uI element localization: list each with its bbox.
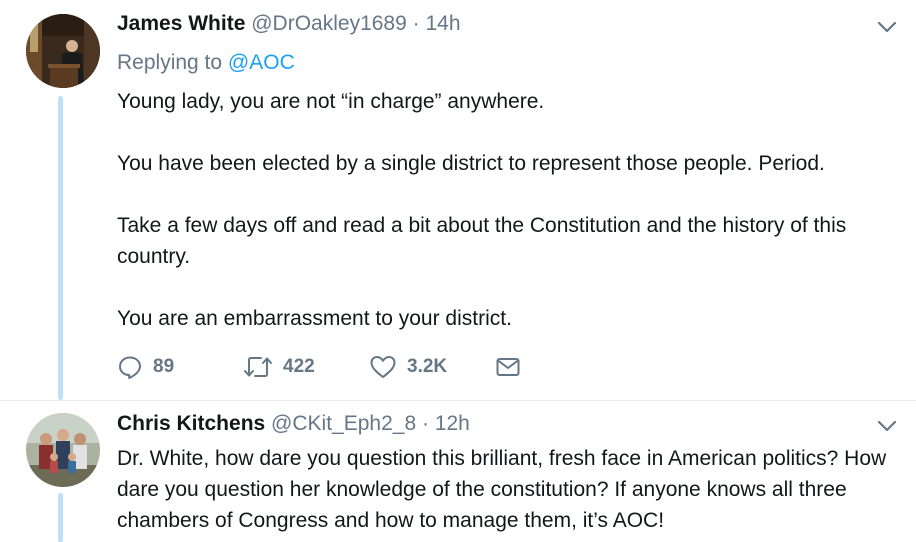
direct-message-button[interactable] <box>495 352 521 382</box>
separator: · <box>421 412 429 435</box>
thread-line <box>58 493 63 542</box>
replying-to: Replying to @AOC <box>117 50 295 76</box>
author-handle[interactable]: @CKit_Eph2_8 <box>271 412 416 435</box>
tweet-text: Dr. White, how dare you question this br… <box>117 443 897 536</box>
timestamp[interactable]: 12h <box>435 412 470 435</box>
retweet-count: 422 <box>283 356 315 377</box>
tweet-text: Young lady, you are not “in charge” anyw… <box>117 86 897 334</box>
chevron-down-icon[interactable] <box>876 16 898 38</box>
like-count: 3.2K <box>407 356 448 377</box>
replying-prefix: Replying to <box>117 51 223 74</box>
tweet-paragraph: Take a few days off and read a bit about… <box>117 214 847 268</box>
tweet-paragraph: Dr. White, how dare you question this br… <box>117 447 887 532</box>
retweet-button[interactable]: 422 <box>243 352 315 382</box>
retweet-icon <box>244 357 272 377</box>
heart-icon <box>370 356 396 378</box>
avatar[interactable] <box>26 413 100 487</box>
family-group-avatar <box>26 413 100 487</box>
tweet[interactable]: Chris Kitchens @CKit_Eph2_8 · 12h Dr. Wh… <box>0 400 916 542</box>
tweet-header: James White @DrOakley1689 · 14h <box>117 11 461 37</box>
author-name[interactable]: James White <box>117 12 245 35</box>
author-name[interactable]: Chris Kitchens <box>117 412 265 435</box>
reply-button[interactable]: 89 <box>117 352 174 382</box>
tweet[interactable]: James White @DrOakley1689 · 14h Replying… <box>0 0 916 400</box>
thread-line <box>58 96 63 400</box>
reply-count: 89 <box>153 356 175 377</box>
speaker-at-podium-avatar <box>26 14 100 88</box>
author-handle[interactable]: @DrOakley1689 <box>251 12 407 35</box>
tweet-header: Chris Kitchens @CKit_Eph2_8 · 12h <box>117 411 470 437</box>
tweet-paragraph: You are an embarrassment to your distric… <box>117 307 512 330</box>
avatar[interactable] <box>26 14 100 88</box>
envelope-icon <box>496 358 520 376</box>
chevron-down-icon[interactable] <box>876 415 898 437</box>
separator: · <box>412 12 420 35</box>
like-button[interactable]: 3.2K <box>369 352 447 382</box>
tweet-paragraph: You have been elected by a single distri… <box>117 152 825 175</box>
tweet-paragraph: Young lady, you are not “in charge” anyw… <box>117 90 545 113</box>
replying-to-link[interactable]: @AOC <box>228 51 295 74</box>
timestamp[interactable]: 14h <box>425 12 460 35</box>
reply-icon <box>119 356 141 379</box>
